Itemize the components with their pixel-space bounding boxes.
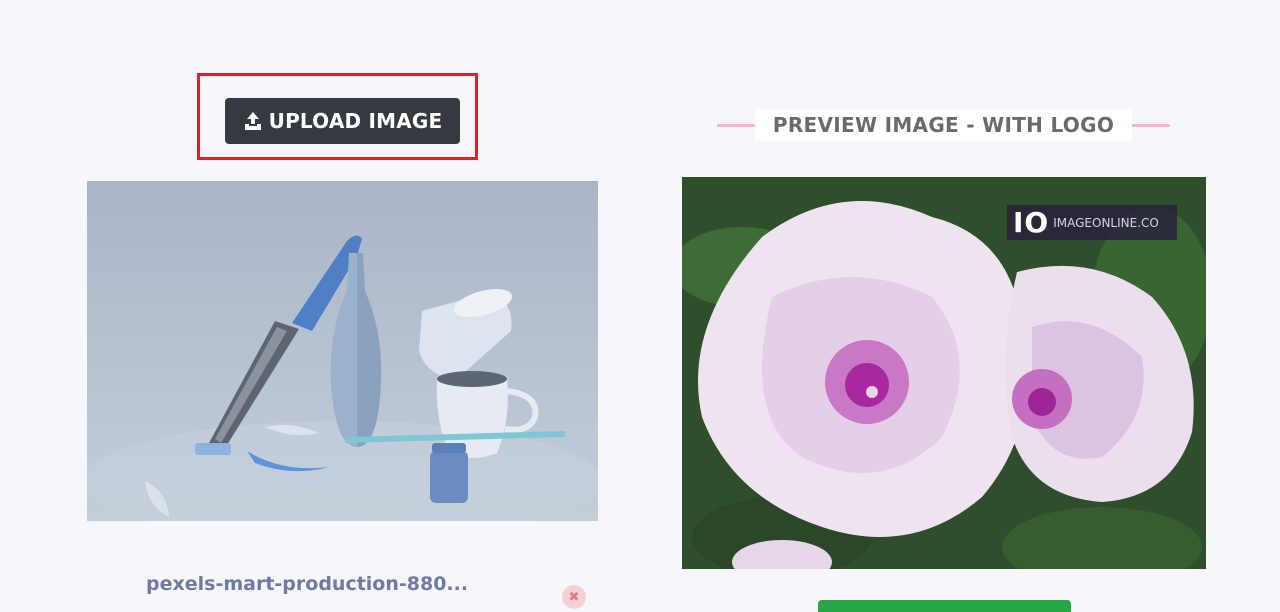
logo-text: IMAGEONLINE.CO	[1053, 215, 1159, 230]
uploaded-image	[87, 181, 598, 521]
logo-mark: IO	[1013, 206, 1050, 239]
preview-image: IO IMAGEONLINE.CO	[682, 177, 1206, 569]
watermark-logo: IO IMAGEONLINE.CO	[1007, 205, 1177, 240]
download-button[interactable]	[818, 600, 1071, 612]
preview-heading-block: PREVIEW IMAGE - WITH LOGO	[717, 109, 1170, 141]
heading-divider-right	[1130, 124, 1170, 127]
upload-icon	[243, 111, 263, 131]
upload-button-label: UPLOAD IMAGE	[268, 109, 443, 133]
close-icon: ✖	[568, 589, 580, 605]
preview-heading: PREVIEW IMAGE - WITH LOGO	[755, 109, 1132, 141]
remove-image-button[interactable]: ✖	[562, 585, 586, 609]
uploaded-filename: pexels-mart-production-880...	[146, 573, 469, 595]
upload-image-button[interactable]: UPLOAD IMAGE	[225, 98, 460, 144]
heading-divider-left	[717, 124, 757, 127]
